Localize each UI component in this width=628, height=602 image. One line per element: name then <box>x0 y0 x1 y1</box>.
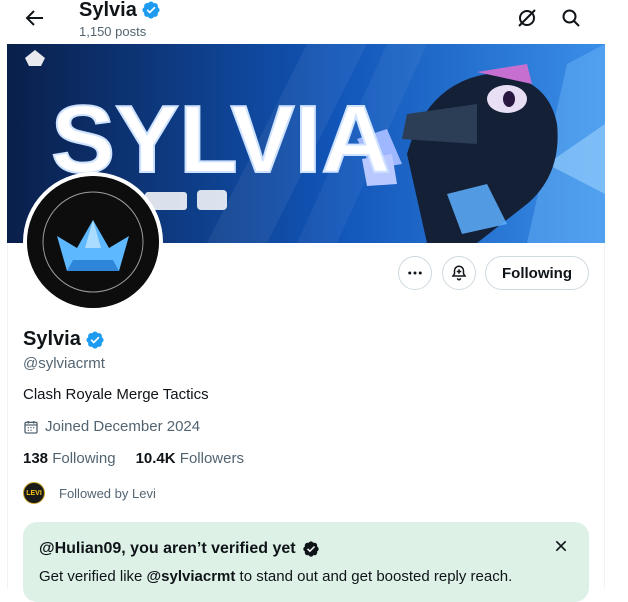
notifications-button[interactable] <box>442 256 476 290</box>
search-icon[interactable] <box>559 6 583 30</box>
verified-badge-icon <box>302 541 319 557</box>
following-button[interactable]: Following <box>485 256 589 290</box>
profile-bio: Clash Royale Merge Tactics <box>23 386 209 403</box>
back-arrow-icon[interactable] <box>22 6 46 30</box>
post-count: 1,150 posts <box>79 24 147 39</box>
profile-header: Sylvia 1,150 posts <box>0 0 628 44</box>
header-name-row: Sylvia <box>79 0 161 22</box>
follower-avatar: LEVI <box>23 482 45 504</box>
promo-text-suffix: to stand out and get boosted reply reach… <box>235 568 513 585</box>
promo-text-handle: @sylviacrmt <box>146 568 236 585</box>
profile-avatar[interactable] <box>23 172 163 312</box>
grok-icon[interactable] <box>515 6 539 30</box>
followed-by-text: Followed by Levi <box>59 485 156 501</box>
verified-badge-icon <box>142 1 160 19</box>
follow-stats: 138 Following 10.4K Followers <box>23 450 244 467</box>
joined-text: Joined December 2024 <box>45 418 201 435</box>
calendar-icon <box>24 420 38 434</box>
more-dots-icon <box>408 271 422 275</box>
following-label: Following <box>52 450 116 467</box>
promo-text-prefix: Get verified like <box>39 568 147 585</box>
more-options-button[interactable] <box>398 256 432 290</box>
followers-count: 10.4K <box>135 450 176 467</box>
followers-stat[interactable]: 10.4K Followers <box>136 450 244 467</box>
avatar-image <box>27 176 159 308</box>
verification-promo-card[interactable]: @Hulian09, you aren’t verified yet Get v… <box>23 522 589 602</box>
followed-by-row[interactable]: LEVI Followed by Levi <box>23 482 156 504</box>
joined-date: Joined December 2024 <box>23 418 200 435</box>
following-stat[interactable]: 138 Following <box>23 450 116 467</box>
close-icon[interactable] <box>553 538 569 554</box>
header-name: Sylvia <box>79 0 137 21</box>
following-count: 138 <box>23 450 49 467</box>
profile-handle: @sylviacrmt <box>23 355 105 372</box>
profile-name: Sylvia <box>23 328 81 350</box>
bell-plus-icon <box>451 265 467 281</box>
promo-title: @Hulian09, you aren’t verified yet <box>39 540 296 557</box>
promo-text: Get verified like @sylviacrmt to stand o… <box>39 568 512 585</box>
verified-badge-icon[interactable] <box>85 330 105 350</box>
profile-name-row: Sylvia <box>23 328 105 351</box>
crown-logo-icon <box>27 176 159 308</box>
followers-label: Followers <box>179 450 244 467</box>
promo-title-row: @Hulian09, you aren’t verified yet <box>39 540 320 558</box>
